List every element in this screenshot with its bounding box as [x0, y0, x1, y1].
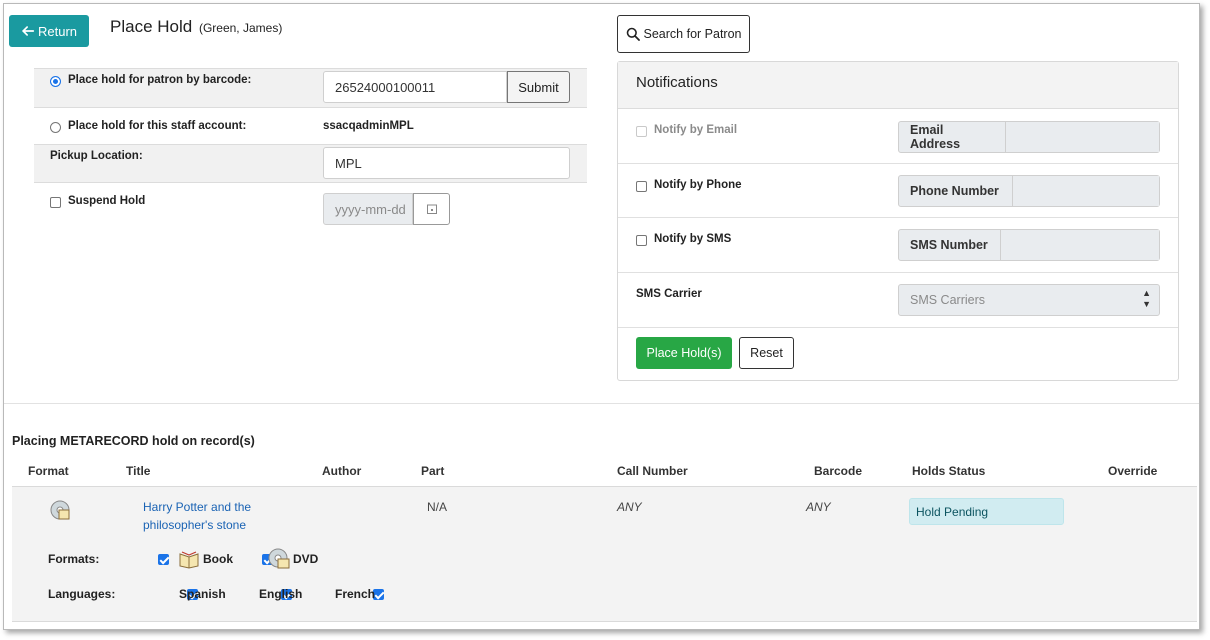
pickup-location-input[interactable]: MPL — [323, 147, 570, 179]
record-call-number: ANY — [617, 500, 642, 514]
record-barcode: ANY — [806, 500, 831, 514]
col-part: Part — [421, 464, 445, 478]
format-book-label: Book — [203, 552, 233, 566]
email-row: Notify by Email Email Address — [618, 109, 1178, 164]
col-override: Override — [1108, 464, 1158, 478]
calendar-icon — [426, 204, 437, 214]
suspend-checkbox[interactable] — [50, 197, 61, 208]
barcode-radio[interactable] — [50, 76, 61, 87]
page-title-text: Place Hold — [110, 17, 193, 36]
notifications-panel: Notifications Notify by Email Email Addr… — [617, 61, 1179, 381]
sms-carrier-select[interactable]: SMS Carriers ▲ ▼ — [898, 284, 1160, 316]
section-divider — [4, 403, 1199, 404]
suspend-date-input[interactable]: yyyy-mm-dd — [323, 193, 413, 225]
sms-number-label: SMS Number — [899, 230, 1001, 260]
notify-phone-label: Notify by Phone — [654, 179, 742, 191]
col-title: Title — [126, 464, 151, 478]
book-icon — [179, 551, 199, 569]
place-holds-button[interactable]: Place Hold(s) — [636, 337, 732, 369]
arrow-left-icon — [21, 26, 35, 36]
place-hold-window: Return Place Hold (Green, James) Place h… — [3, 3, 1200, 630]
notify-sms-checkbox[interactable] — [636, 235, 647, 246]
phone-row: Notify by Phone Phone Number — [618, 164, 1178, 218]
staff-radio[interactable] — [50, 122, 61, 133]
records-section-title: Placing METARECORD hold on record(s) — [12, 434, 255, 448]
language-french-label: French — [335, 587, 376, 601]
return-label: Return — [37, 23, 78, 39]
record-title-link[interactable]: Harry Potter and the philosopher's stone — [143, 498, 251, 534]
notify-phone-checkbox[interactable] — [636, 181, 647, 192]
email-address-field[interactable]: Email Address — [898, 121, 1160, 153]
return-button[interactable]: Return — [9, 15, 89, 47]
sms-row: Notify by SMS SMS Number — [618, 218, 1178, 273]
submit-button[interactable]: Submit — [507, 71, 570, 103]
sms-carrier-row: SMS Carrier SMS Carriers ▲ ▼ — [618, 273, 1178, 328]
barcode-input[interactable]: 26524000100011 — [323, 71, 507, 103]
dvd-icon — [268, 548, 290, 569]
sms-number-field[interactable]: SMS Number — [898, 229, 1160, 261]
phone-number-field[interactable]: Phone Number — [898, 175, 1160, 207]
holds-status-badge: Hold Pending — [909, 498, 1064, 525]
formats-label: Formats: — [48, 552, 100, 566]
date-picker-button[interactable] — [413, 193, 450, 225]
search-icon — [626, 27, 640, 41]
record-title-line1: Harry Potter and the — [143, 500, 252, 514]
sms-number-input[interactable] — [1001, 230, 1159, 260]
format-dvd-label: DVD — [293, 552, 319, 566]
format-book-checkbox[interactable] — [158, 554, 169, 565]
search-for-patron-label: Search for Patron — [643, 27, 742, 41]
barcode-label: Place hold for patron by barcode: — [68, 74, 252, 86]
col-author: Author — [322, 464, 362, 478]
search-for-patron-button[interactable]: Search for Patron — [617, 15, 750, 53]
col-format: Format — [28, 464, 69, 478]
col-holds-status: Holds Status — [912, 464, 986, 478]
pickup-label: Pickup Location: — [50, 150, 143, 162]
record-title-line2: philosopher's stone — [143, 518, 247, 532]
metarecord-format-icon — [50, 500, 70, 520]
staff-account-value: ssacqadminMPL — [323, 120, 414, 132]
notifications-header: Notifications — [618, 62, 1178, 109]
record-part: N/A — [427, 500, 448, 514]
language-english-label: English — [259, 587, 303, 601]
staff-label: Place hold for this staff account: — [68, 120, 247, 132]
sms-carrier-label: SMS Carrier — [636, 288, 702, 300]
email-address-input[interactable] — [1006, 122, 1159, 152]
patron-name: (Green, James) — [198, 21, 283, 35]
email-address-label: Email Address — [899, 122, 1006, 152]
notify-sms-label: Notify by SMS — [654, 233, 732, 245]
languages-label: Languages: — [48, 587, 116, 601]
phone-number-input[interactable] — [1013, 176, 1159, 206]
select-caret-icon: ▲ ▼ — [1142, 288, 1151, 309]
col-barcode: Barcode — [814, 464, 863, 478]
reset-button[interactable]: Reset — [739, 337, 794, 369]
notify-email-checkbox[interactable] — [636, 126, 647, 137]
notify-email-label: Notify by Email — [654, 124, 738, 136]
col-call-number: Call Number — [617, 464, 688, 478]
sms-carrier-placeholder: SMS Carriers — [910, 293, 986, 307]
notifications-title: Notifications — [636, 74, 718, 91]
page-title: Place Hold (Green, James) — [110, 17, 282, 37]
suspend-label: Suspend Hold — [68, 195, 146, 207]
phone-number-label: Phone Number — [899, 176, 1013, 206]
language-spanish-label: Spanish — [179, 587, 226, 601]
